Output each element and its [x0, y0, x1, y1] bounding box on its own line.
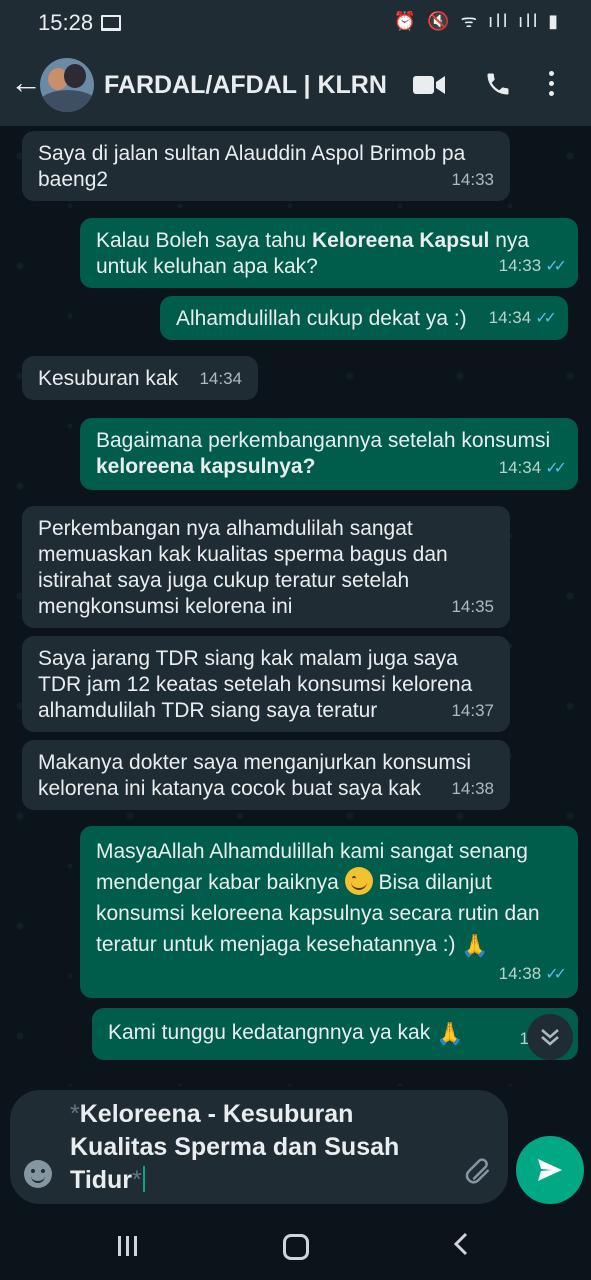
- outgoing-message[interactable]: Kami tunggu kedatangnnya ya kak 🙏 14:38: [92, 1008, 578, 1060]
- message-time: 14:34 ✓✓: [499, 455, 567, 482]
- incoming-message[interactable]: Saya di jalan sultan Alauddin Aspol Brim…: [22, 131, 510, 201]
- pray-emoji-icon: 🙏: [461, 933, 489, 958]
- screen-cast-icon: [101, 15, 121, 31]
- message-time: 14:34 ✓✓: [489, 305, 557, 332]
- incoming-message[interactable]: Saya jarang TDR siang kak malam juga say…: [22, 636, 510, 732]
- message-text: Saya di jalan sultan Alauddin Aspol Brim…: [38, 142, 472, 191]
- outgoing-message[interactable]: Kalau Boleh saya tahu Keloreena Kapsul n…: [80, 218, 578, 288]
- message-input-text[interactable]: *Keloreena - Kesuburan Kualitas Sperma d…: [70, 1098, 450, 1197]
- back-arrow-icon[interactable]: ←: [10, 66, 42, 98]
- send-icon: [538, 1159, 562, 1181]
- scroll-to-bottom-button[interactable]: [527, 1014, 573, 1060]
- outgoing-message[interactable]: MasyaAllah Alhamdulillah kami sangat sen…: [80, 826, 578, 998]
- read-ticks-icon: ✓✓: [535, 310, 557, 327]
- recent-apps-icon[interactable]: [118, 1236, 144, 1256]
- message-list[interactable]: Saya di jalan sultan Alauddin Aspol Brim…: [0, 126, 591, 1086]
- message-text: Bagaimana perkembangannya setelah konsum…: [96, 429, 556, 478]
- outgoing-message[interactable]: Bagaimana perkembangannya setelah konsum…: [80, 418, 578, 490]
- attach-icon[interactable]: [464, 1156, 494, 1186]
- message-time: 14:33: [451, 170, 494, 189]
- system-navigation-bar: [0, 1212, 591, 1280]
- message-text: Perkembangan nya alhamdulilah sangat mem…: [38, 517, 454, 618]
- message-text: Saya jarang TDR siang kak malam juga say…: [38, 647, 479, 722]
- message-time: 14:38: [451, 779, 494, 798]
- incoming-message[interactable]: Makanya dokter saya menganjurkan konsums…: [22, 740, 510, 810]
- double-chevron-down-icon: [541, 1029, 559, 1046]
- voice-call-icon[interactable]: [484, 70, 512, 98]
- emoji-icon[interactable]: [24, 1160, 52, 1188]
- contact-name[interactable]: FARDAL/AFDAL | KLRN: [104, 71, 387, 100]
- nav-back-icon[interactable]: [452, 1232, 470, 1256]
- text-caret: [142, 1166, 145, 1192]
- message-text: Kami tunggu kedatangnnya ya kak 🙏: [108, 1021, 464, 1046]
- message-text: Makanya dokter saya menganjurkan konsums…: [38, 751, 477, 800]
- pray-emoji-icon: 🙏: [436, 1021, 464, 1046]
- incoming-message[interactable]: Perkembangan nya alhamdulilah sangat mem…: [22, 506, 510, 628]
- more-options-icon[interactable]: [547, 71, 555, 99]
- read-ticks-icon: ✓✓: [545, 966, 567, 983]
- smile-emoji-icon: [344, 867, 373, 895]
- send-button[interactable]: [516, 1136, 584, 1204]
- message-time: 14:33 ✓✓: [499, 253, 567, 280]
- message-time: 14:35: [451, 597, 494, 616]
- message-input[interactable]: *Keloreena - Kesuburan Kualitas Sperma d…: [10, 1090, 508, 1204]
- message-time: 14:34: [199, 369, 242, 388]
- composer-bar: *Keloreena - Kesuburan Kualitas Sperma d…: [0, 1086, 591, 1212]
- video-call-icon[interactable]: [413, 74, 445, 96]
- status-bar: 15:28 ⏰ 🔇 ᯤ ıll ıll ▮: [0, 0, 591, 42]
- chat-header: ← FARDAL/AFDAL | KLRN: [0, 42, 591, 126]
- message-text: Kalau Boleh saya tahu Keloreena Kapsul n…: [96, 229, 535, 278]
- incoming-message[interactable]: Kesuburan kak 14:34: [22, 356, 258, 400]
- status-time: 15:28: [38, 10, 94, 35]
- outgoing-message[interactable]: Alhamdulillah cukup dekat ya :) 14:34 ✓✓: [160, 296, 568, 340]
- status-indicators: ⏰ 🔇 ᯤ ıll ıll ▮: [393, 11, 561, 31]
- message-time: 14:38 ✓✓: [499, 958, 567, 990]
- home-icon[interactable]: [283, 1234, 309, 1260]
- avatar[interactable]: [40, 58, 94, 112]
- read-ticks-icon: ✓✓: [545, 258, 567, 275]
- read-ticks-icon: ✓✓: [545, 460, 567, 477]
- message-text: MasyaAllah Alhamdulillah kami sangat sen…: [96, 836, 562, 961]
- message-time: 14:37: [451, 701, 494, 720]
